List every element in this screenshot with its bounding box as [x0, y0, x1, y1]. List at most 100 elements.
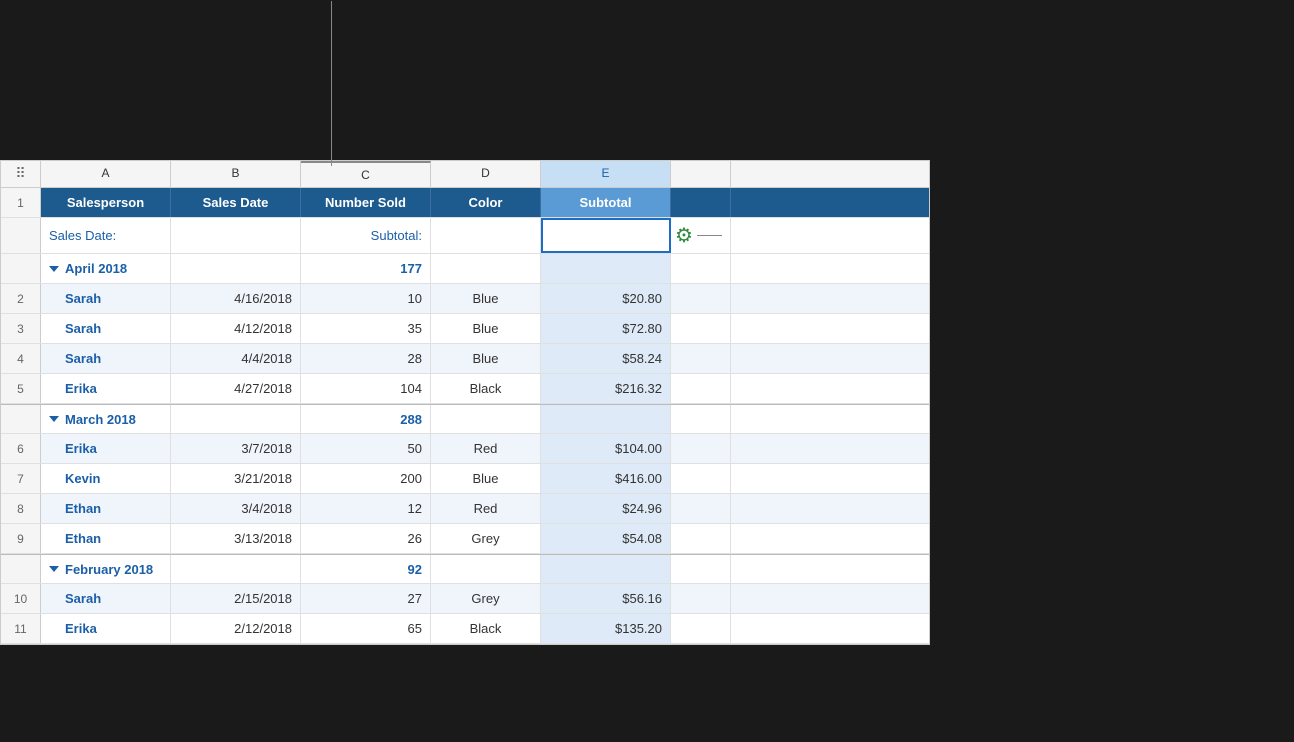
row5-salesperson: Erika — [41, 374, 171, 403]
row-num-7: 7 — [1, 464, 41, 493]
april-e — [541, 254, 671, 283]
row4-number: 28 — [301, 344, 431, 373]
row3-number: 35 — [301, 314, 431, 343]
header-sales-date: Sales Date — [171, 188, 301, 217]
table-row: 4 Sarah 4/4/2018 28 Blue $58.24 — [1, 344, 929, 374]
subtotal-active-cell[interactable] — [541, 218, 671, 253]
row-num-april — [1, 254, 41, 283]
row5-color: Black — [431, 374, 541, 403]
march-group-label[interactable]: March 2018 — [41, 405, 171, 433]
row2-date: 4/16/2018 — [171, 284, 301, 313]
row11-subtotal: $135.20 — [541, 614, 671, 643]
col-header-D[interactable]: D — [431, 161, 541, 187]
table-row: 10 Sarah 2/15/2018 27 Grey $56.16 — [1, 584, 929, 614]
table-row: 9 Ethan 3/13/2018 26 Grey $54.08 — [1, 524, 929, 554]
row7-salesperson: Kevin — [41, 464, 171, 493]
collapse-triangle-feb[interactable] — [49, 566, 59, 572]
col-header-B[interactable]: B — [171, 161, 301, 187]
row5-subtotal: $216.32 — [541, 374, 671, 403]
spreadsheet: ⠿ A B C D E 1 Salesperson Sales Date Num… — [0, 160, 930, 645]
col-header-E[interactable]: E — [541, 161, 671, 187]
sales-date-label: Sales Date: — [41, 218, 171, 253]
row2-subtotal: $20.80 — [541, 284, 671, 313]
row9-subtotal: $54.08 — [541, 524, 671, 553]
row3-extra — [671, 314, 731, 343]
march-group-header: March 2018 288 — [1, 404, 929, 434]
row8-date: 3/4/2018 — [171, 494, 301, 523]
row9-salesperson: Ethan — [41, 524, 171, 553]
row-num-march — [1, 405, 41, 433]
feb-e — [541, 555, 671, 583]
table-body: 1 Salesperson Sales Date Number Sold Col… — [1, 188, 929, 644]
row3-color: Blue — [431, 314, 541, 343]
header-salesperson: Salesperson — [41, 188, 171, 217]
april-d — [431, 254, 541, 283]
row4-extra — [671, 344, 731, 373]
row10-extra — [671, 584, 731, 613]
header-number-sold: Number Sold — [301, 188, 431, 217]
march-b — [171, 405, 301, 433]
table-header-row: 1 Salesperson Sales Date Number Sold Col… — [1, 188, 929, 218]
column-line — [331, 1, 332, 166]
row-num-9: 9 — [1, 524, 41, 553]
col-header-extra — [671, 161, 731, 187]
row4-color: Blue — [431, 344, 541, 373]
row-num-1: 1 — [1, 188, 41, 217]
feb-extra — [671, 555, 731, 583]
march-e — [541, 405, 671, 433]
row2-salesperson: Sarah — [41, 284, 171, 313]
april-group-label[interactable]: April 2018 — [41, 254, 171, 283]
col-header-C[interactable]: C — [301, 161, 431, 187]
row-num-4: 4 — [1, 344, 41, 373]
row5-extra — [671, 374, 731, 403]
feb-b — [171, 555, 301, 583]
row-num-2: 2 — [1, 284, 41, 313]
row11-salesperson: Erika — [41, 614, 171, 643]
table-row: 11 Erika 2/12/2018 65 Black $135.20 — [1, 614, 929, 644]
row6-subtotal: $104.00 — [541, 434, 671, 463]
gear-icon[interactable]: ⚙ — [675, 223, 693, 248]
collapse-triangle-april[interactable] — [49, 266, 59, 272]
row10-color: Grey — [431, 584, 541, 613]
row8-color: Red — [431, 494, 541, 523]
row7-color: Blue — [431, 464, 541, 493]
feb-group-label[interactable]: February 2018 — [41, 555, 171, 583]
row7-extra — [671, 464, 731, 493]
row-num-11: 11 — [1, 614, 41, 643]
table-row: 7 Kevin 3/21/2018 200 Blue $416.00 — [1, 464, 929, 494]
row6-color: Red — [431, 434, 541, 463]
table-row: 6 Erika 3/7/2018 50 Red $104.00 — [1, 434, 929, 464]
feb-subtotal-val: 92 — [301, 555, 431, 583]
row8-extra — [671, 494, 731, 523]
march-extra — [671, 405, 731, 433]
row9-color: Grey — [431, 524, 541, 553]
table-row: 2 Sarah 4/16/2018 10 Blue $20.80 — [1, 284, 929, 314]
col-header-A[interactable]: A — [41, 161, 171, 187]
header-subtotal: Subtotal — [541, 188, 671, 217]
gear-cell[interactable]: ⚙ — [671, 218, 731, 253]
row3-subtotal: $72.80 — [541, 314, 671, 343]
row5-number: 104 — [301, 374, 431, 403]
row-num-salesdate — [1, 218, 41, 253]
row6-date: 3/7/2018 — [171, 434, 301, 463]
row7-date: 3/21/2018 — [171, 464, 301, 493]
row9-date: 3/13/2018 — [171, 524, 301, 553]
march-subtotal-val: 288 — [301, 405, 431, 433]
row-num-6: 6 — [1, 434, 41, 463]
march-d — [431, 405, 541, 433]
row-num-10: 10 — [1, 584, 41, 613]
row4-date: 4/4/2018 — [171, 344, 301, 373]
sales-date-group-row: Sales Date: Subtotal: ⚙ — [1, 218, 929, 254]
table-row: 5 Erika 4/27/2018 104 Black $216.32 — [1, 374, 929, 404]
row8-salesperson: Ethan — [41, 494, 171, 523]
table-row: 3 Sarah 4/12/2018 35 Blue $72.80 — [1, 314, 929, 344]
row-num-3: 3 — [1, 314, 41, 343]
row2-color: Blue — [431, 284, 541, 313]
row-num-5: 5 — [1, 374, 41, 403]
row8-subtotal: $24.96 — [541, 494, 671, 523]
feb-group-header: February 2018 92 — [1, 554, 929, 584]
row11-extra — [671, 614, 731, 643]
drag-dots-icon: ⠿ — [15, 165, 25, 181]
sales-date-d — [431, 218, 541, 253]
collapse-triangle-march[interactable] — [49, 416, 59, 422]
